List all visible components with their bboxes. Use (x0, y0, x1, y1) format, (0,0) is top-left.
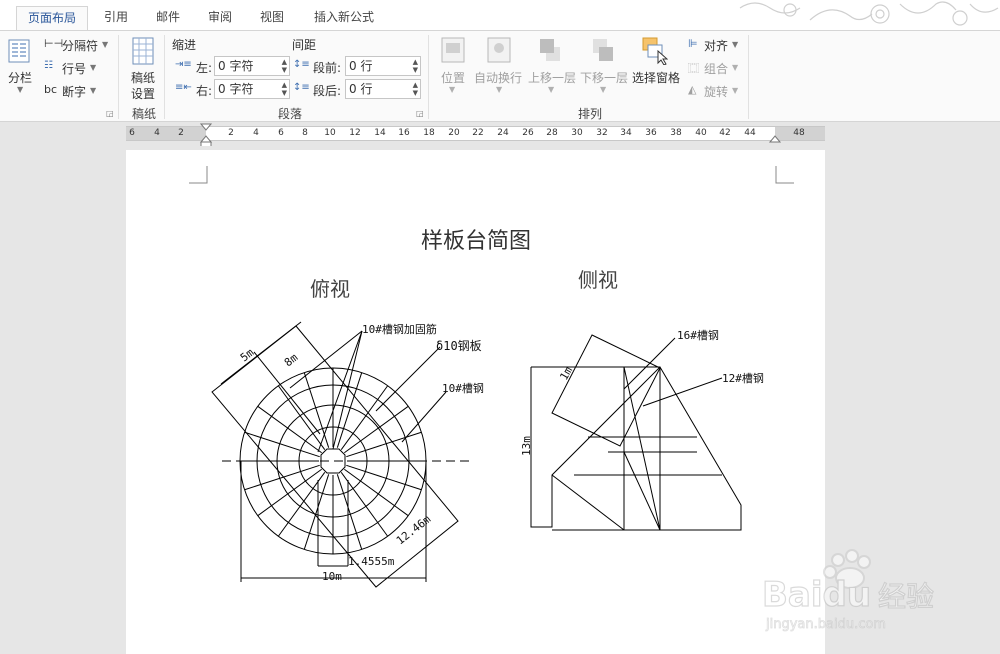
wheel-spoke (277, 385, 326, 450)
label-channel-12: 12#槽钢 (722, 372, 764, 385)
side-view-title: 侧视 (578, 268, 618, 292)
drawing-title: 样板台简图 (421, 229, 531, 254)
top-view-drawing (211, 321, 474, 588)
label-channel-16: 16#槽钢 (677, 329, 719, 342)
label-channel-reinforce: 10#槽钢加固筋 (362, 322, 437, 336)
label-5m: 5m (238, 346, 257, 365)
wheel-spoke (244, 464, 320, 491)
label-8m: 8m (282, 351, 301, 370)
wheel-spoke (344, 468, 409, 517)
top-view-title: 俯视 (310, 277, 350, 301)
watermark-url: jingyan.baidu.com (765, 617, 886, 632)
watermark-cn: 经验 (878, 580, 934, 613)
wheel-spoke (303, 474, 330, 550)
label-12-46m: 12.46m (394, 512, 434, 547)
wheel-spoke (344, 405, 409, 454)
wheel-spoke (303, 372, 330, 448)
baidu-paw-logo: Baidu 经验 jingyan.baidu.com (761, 549, 935, 632)
baidu-watermark: Baidu 经验 jingyan.baidu.com (760, 548, 960, 638)
label-steel-plate: δ10钢板 (436, 339, 482, 353)
wheel-spoke (336, 474, 363, 550)
wheel-spoke (346, 464, 422, 491)
wheel-spoke (340, 385, 389, 450)
watermark-brand: Baidu (762, 575, 871, 615)
label-1-4555m: 1.4555m (348, 555, 395, 568)
side-view-drawing (530, 334, 742, 531)
label-channel-10: 10#槽钢 (442, 382, 484, 395)
margin-crop-marks (189, 166, 794, 184)
label-13m: 13m (520, 436, 533, 456)
label-10m: 10m (322, 570, 342, 583)
wheel-spoke (257, 405, 322, 454)
wheel-spoke (346, 431, 422, 458)
wheel-spoke (257, 468, 322, 517)
